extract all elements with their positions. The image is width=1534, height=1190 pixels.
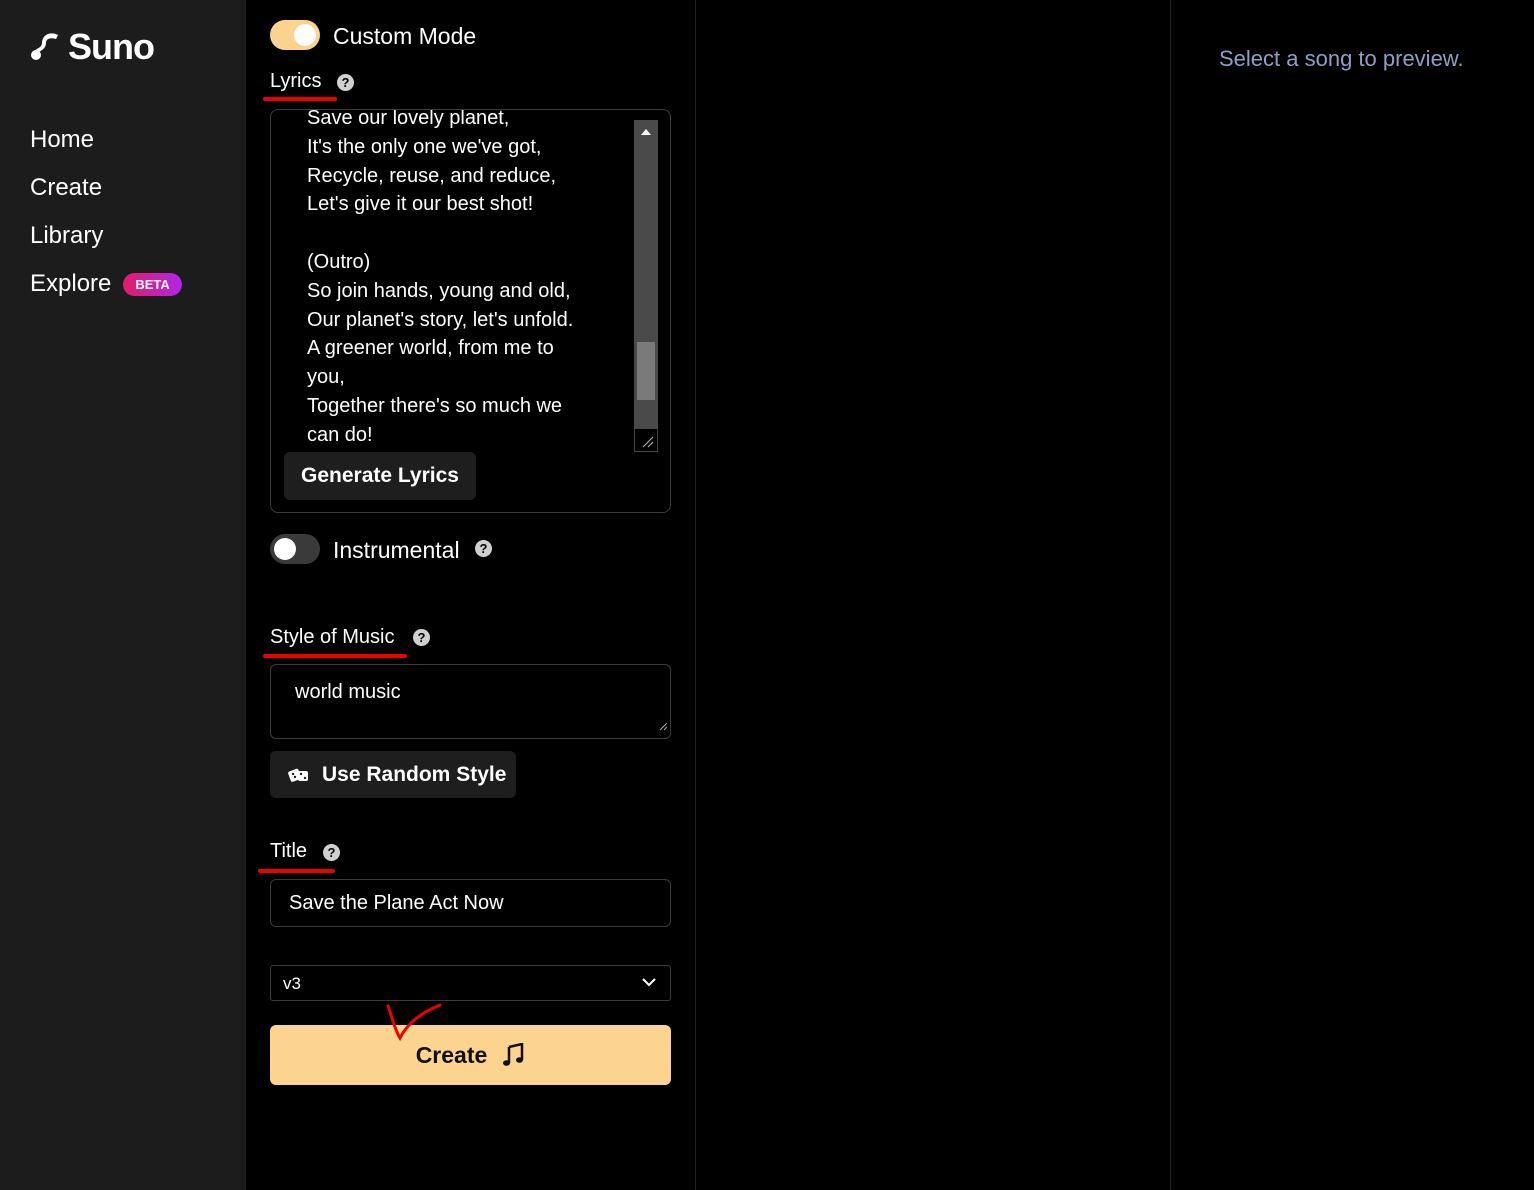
- lyric-line: [307, 219, 597, 248]
- style-of-music-input[interactable]: world music: [270, 664, 671, 739]
- create-button[interactable]: Create: [270, 1025, 671, 1085]
- sidebar-nav: Home Create Library Explore BETA: [30, 116, 182, 308]
- lyrics-content: Save our lovely planet, It's the only one…: [307, 110, 597, 450]
- lyrics-label: Lyrics: [270, 70, 322, 92]
- style-of-music-label: Style of Music: [270, 626, 395, 648]
- lyrics-lines: Save our lovely planet, It's the only one…: [307, 110, 597, 450]
- model-version-select[interactable]: v3: [270, 965, 671, 1001]
- lyrics-textarea[interactable]: Save our lovely planet, It's the only one…: [270, 109, 671, 513]
- title-label: Title: [270, 840, 308, 862]
- scroll-up-arrow-icon[interactable]: [634, 120, 658, 144]
- lyric-line: Recycle, reuse, and reduce,: [307, 164, 557, 187]
- lyric-line: (Outro): [307, 250, 371, 273]
- help-icon[interactable]: ?: [475, 540, 492, 557]
- lyric-line: Together there's so much we: [307, 394, 563, 417]
- lyric-line: can do!: [307, 423, 373, 446]
- lyric-line: you,: [307, 366, 345, 389]
- lyric-line: Save our lovely planet,: [307, 110, 510, 129]
- lyric-line: So join hands, young and old,: [307, 279, 571, 302]
- logo-text: Suno: [68, 26, 155, 67]
- lyric-line: A greener world, from me to: [307, 337, 554, 360]
- sidebar-item-label: Explore: [30, 270, 112, 297]
- music-note-icon: [501, 1043, 525, 1067]
- column-divider: [1170, 0, 1171, 1190]
- lyrics-scrollbar[interactable]: [634, 120, 658, 450]
- lyric-line: Let's give it our best shot!: [307, 193, 534, 216]
- help-icon[interactable]: ?: [337, 74, 354, 91]
- checkmark-annotation: [384, 998, 446, 1049]
- sidebar-item-library[interactable]: Library: [30, 212, 182, 260]
- help-icon[interactable]: ?: [323, 844, 340, 861]
- preview-placeholder: Select a song to preview.: [1219, 46, 1464, 71]
- toggle-knob: [274, 538, 296, 560]
- column-divider: [695, 0, 696, 1190]
- sidebar-item-create[interactable]: Create: [30, 164, 182, 212]
- lyric-line: It's the only one we've got,: [307, 135, 542, 158]
- sidebar-item-explore[interactable]: Explore BETA: [30, 260, 182, 308]
- title-input[interactable]: Save the Plane Act Now: [270, 879, 671, 927]
- custom-mode-toggle[interactable]: [270, 20, 320, 50]
- sidebar-item-home[interactable]: Home: [30, 116, 182, 164]
- style-of-music-value: world music: [295, 681, 401, 703]
- use-random-style-label: Use Random Style: [322, 762, 507, 786]
- resize-grip-icon[interactable]: [658, 718, 668, 736]
- annotation-underline: [258, 869, 335, 873]
- sidebar-item-label: Home: [30, 126, 95, 153]
- sidebar-item-label: Library: [30, 222, 104, 249]
- use-random-style-button[interactable]: Use Random Style: [270, 751, 516, 798]
- custom-mode-label: Custom Mode: [333, 23, 477, 49]
- scroll-thumb[interactable]: [637, 342, 655, 400]
- generate-lyrics-button[interactable]: Generate Lyrics: [284, 452, 476, 500]
- title-value: Save the Plane Act Now: [289, 892, 504, 914]
- annotation-underline: [263, 654, 407, 658]
- sidebar: Suno Home Create Library Explore BETA: [0, 0, 246, 1190]
- instrumental-label: Instrumental: [333, 537, 460, 563]
- suno-logo-icon: [28, 29, 60, 66]
- instrumental-toggle[interactable]: [270, 534, 320, 564]
- annotation-underline: [263, 97, 337, 101]
- model-version-value: v3: [283, 974, 301, 993]
- logo[interactable]: Suno: [28, 26, 155, 68]
- beta-badge: BETA: [123, 272, 182, 296]
- generate-lyrics-label: Generate Lyrics: [301, 464, 459, 487]
- chevron-down-icon: [640, 973, 658, 996]
- help-icon[interactable]: ?: [413, 629, 430, 646]
- lyric-line: Our planet's story, let's unfold.: [307, 308, 574, 331]
- toggle-knob: [294, 24, 316, 46]
- resize-grip-icon[interactable]: [634, 428, 658, 452]
- sidebar-item-label: Create: [30, 174, 103, 201]
- dice-icon: [288, 765, 310, 785]
